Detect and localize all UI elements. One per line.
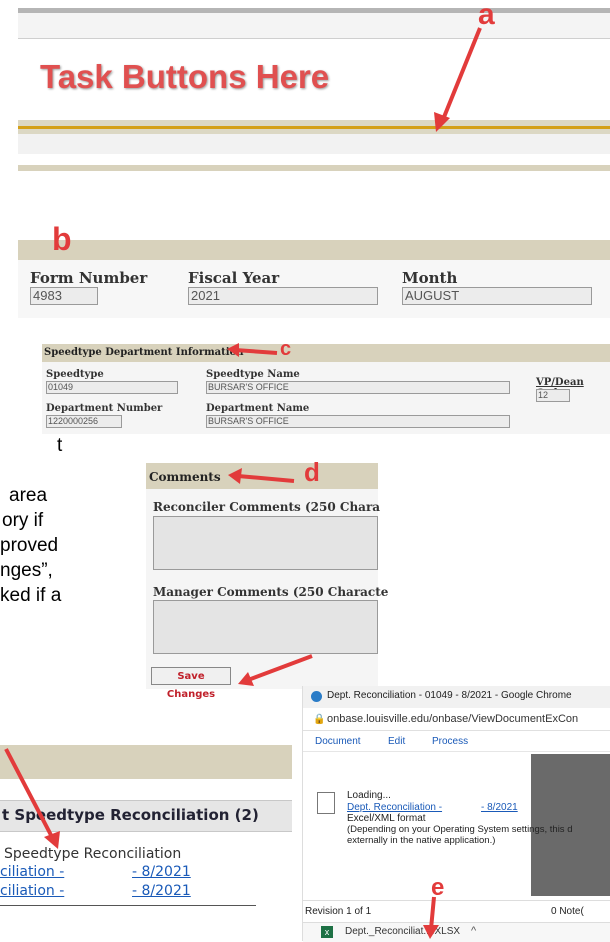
dept-number-field[interactable]: 1220000256 <box>46 415 122 428</box>
left-instruction-text: t area ory if proved nges”, ked if a <box>0 433 140 608</box>
row-date-link[interactable]: - 8/2021 <box>132 864 191 880</box>
format-text: Excel/XML format <box>347 813 426 824</box>
note-line-2: externally in the native application.) <box>347 835 496 846</box>
lock-icon: 🔒 <box>313 714 326 725</box>
task-buttons-panel: Task Buttons Here a <box>18 0 610 185</box>
window-title: Dept. Reconciliation - 01049 - 8/2021 - … <box>327 690 572 701</box>
left-text-line: proved <box>0 535 59 556</box>
callout-a-arrow <box>434 27 482 132</box>
notes-count: 0 Note( <box>551 906 584 917</box>
browser-window: Dept. Reconciliation - 01049 - 8/2021 - … <box>302 686 610 942</box>
save-arrow <box>238 654 313 686</box>
doc-date-link[interactable]: - 8/2021 <box>481 802 518 813</box>
note-line-1: (Depending on your Operating System sett… <box>347 824 573 835</box>
left-text-line: t <box>57 435 63 456</box>
left-text-line: ory if <box>2 510 44 531</box>
row-name-link[interactable]: ciliation - <box>0 883 64 899</box>
file-icon <box>317 792 335 814</box>
left-text-line: ked if a <box>0 585 62 606</box>
left-text-line: area <box>9 485 48 506</box>
form-header-panel: b Form Number 4983 Fiscal Year 2021 Mont… <box>18 221 610 320</box>
form-number-field[interactable]: 4983 <box>30 287 98 305</box>
speedtype-label: Speedtype <box>46 369 104 380</box>
callout-c-arrow <box>227 343 278 357</box>
list-arrow <box>4 748 60 849</box>
dept-name-label: Department Name <box>206 403 310 414</box>
speedtype-info-panel: Speedtype Department Information c Speed… <box>42 338 610 434</box>
menu-process[interactable]: Process <box>432 736 468 747</box>
left-text-line: nges”, <box>0 560 53 581</box>
dept-name-field[interactable]: BURSAR'S OFFICE <box>206 415 510 428</box>
lower-band <box>18 134 610 154</box>
reconciler-comments-label: Reconciler Comments (250 Chara <box>153 500 381 514</box>
speedtype-name-label: Speedtype Name <box>206 369 300 380</box>
dept-number-label: Department Number <box>46 403 163 414</box>
vp-dean-field[interactable]: 12 <box>536 389 570 402</box>
form-header-bar <box>18 240 610 260</box>
callout-b: b <box>52 221 72 257</box>
month-field[interactable]: AUGUST <box>402 287 592 305</box>
menu-edit[interactable]: Edit <box>388 736 405 747</box>
doc-link[interactable]: Dept. Reconciliation - <box>347 802 442 813</box>
task-buttons-title: Task Buttons Here <box>40 58 330 95</box>
url-text[interactable]: onbase.louisville.edu/onbase/ViewDocumen… <box>327 713 578 725</box>
band-line <box>18 38 610 39</box>
excel-icon: x <box>321 926 333 938</box>
callout-d: d <box>304 457 320 487</box>
form-number-label: Form Number <box>30 269 148 287</box>
speedtype-name-field[interactable]: BURSAR'S OFFICE <box>206 381 510 394</box>
revision-text: Revision 1 of 1 <box>305 906 372 917</box>
gold-line <box>18 126 610 129</box>
top-band <box>18 13 610 38</box>
speedtype-field[interactable]: 01049 <box>46 381 178 394</box>
callout-d-arrow <box>228 468 295 484</box>
fiscal-year-field[interactable]: 2021 <box>188 287 378 305</box>
save-changes-button[interactable]: Save Changes <box>151 667 231 700</box>
chrome-icon <box>311 691 322 702</box>
menu-document[interactable]: Document <box>315 736 361 747</box>
row-name-link[interactable]: ciliation - <box>0 864 64 880</box>
row-date-link[interactable]: - 8/2021 <box>132 883 191 899</box>
loading-text: Loading... <box>347 790 391 801</box>
reconciler-comments-textarea[interactable] <box>153 516 378 570</box>
fiscal-year-label: Fiscal Year <box>188 269 280 287</box>
speedtype-header: Speedtype Department Information <box>44 347 244 358</box>
callout-e-arrow <box>423 896 439 939</box>
bottom-bar <box>18 165 610 171</box>
manager-comments-textarea[interactable] <box>153 600 378 654</box>
month-label: Month <box>402 269 458 287</box>
list-bottom-line <box>0 905 256 906</box>
status-divider <box>303 900 610 901</box>
chevron-up-icon[interactable]: ^ <box>471 925 476 937</box>
manager-comments-label: Manager Comments (250 Characte <box>153 585 389 599</box>
